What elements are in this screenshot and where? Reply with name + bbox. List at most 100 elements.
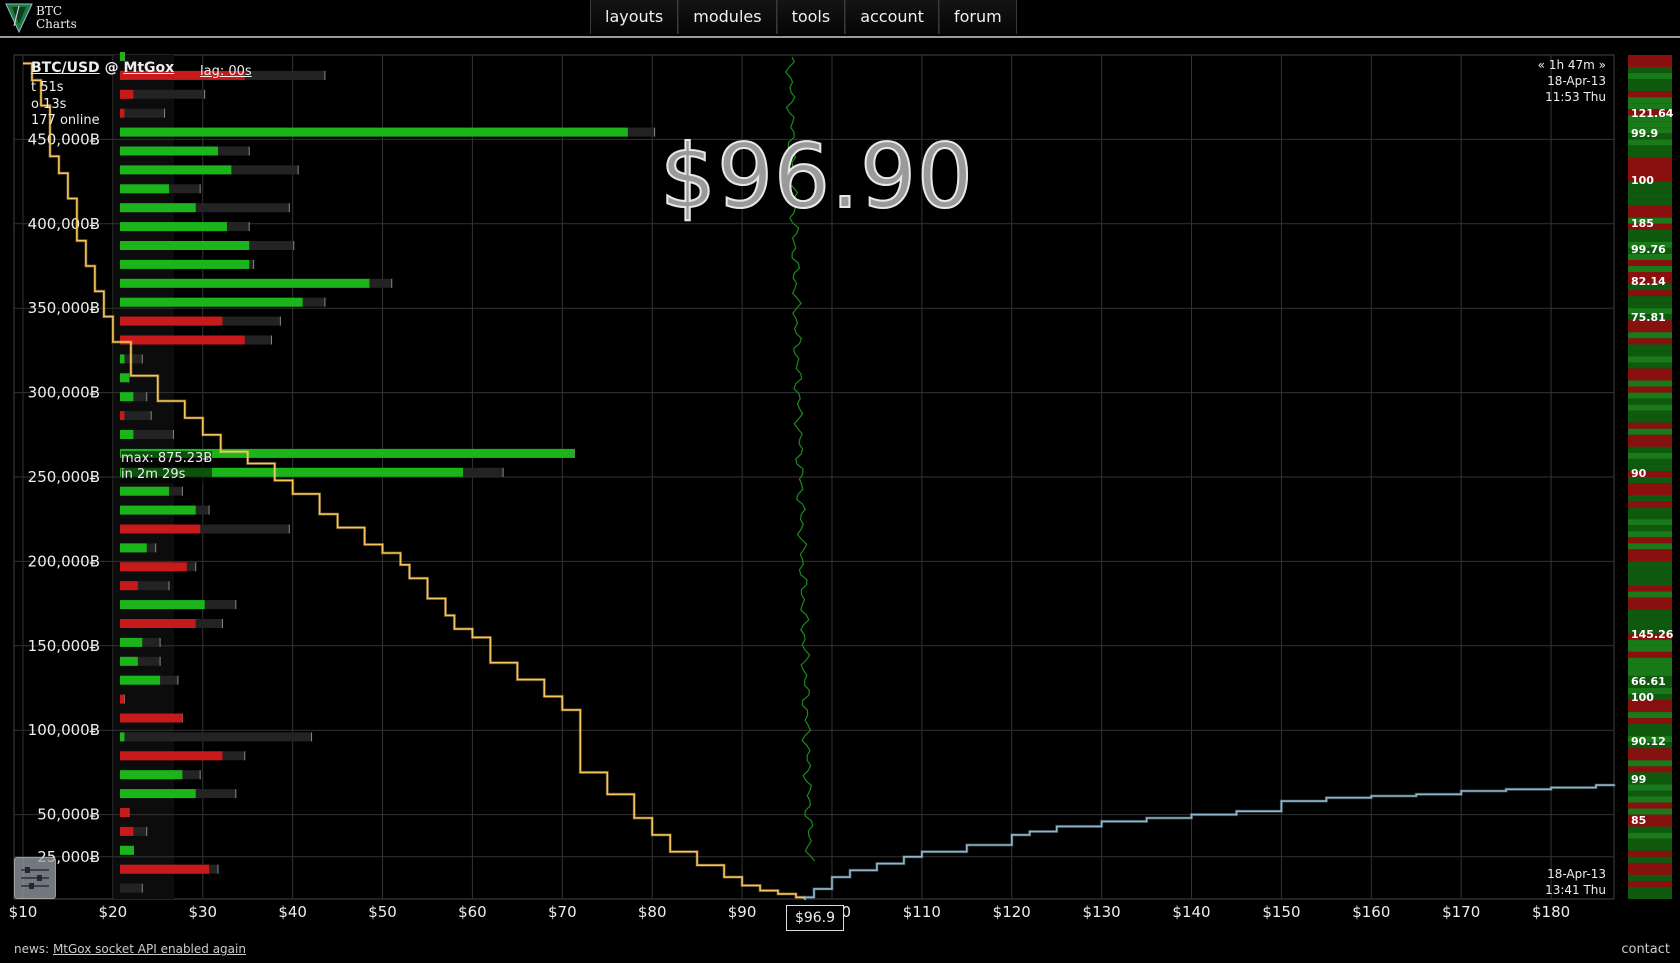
y-tick-label: 250,000Ƀ bbox=[28, 468, 100, 486]
price-strip-band bbox=[1628, 537, 1672, 544]
price-strip-band bbox=[1628, 862, 1672, 869]
price-strip-label: 145.26 bbox=[1631, 628, 1674, 641]
volume-bar bbox=[120, 713, 183, 723]
price-strip-band bbox=[1628, 748, 1672, 755]
nav-layouts[interactable]: layouts bbox=[590, 0, 679, 34]
volume-bar bbox=[120, 600, 205, 610]
time-span[interactable]: « 1h 47m » bbox=[1538, 57, 1606, 73]
pair-at: @ bbox=[104, 60, 119, 76]
chart-settings-icon[interactable] bbox=[14, 857, 56, 899]
x-tick-label: $10 bbox=[9, 903, 38, 921]
price-strip-band bbox=[1628, 760, 1672, 767]
nav-modules[interactable]: modules bbox=[678, 0, 777, 34]
volume-bar bbox=[120, 619, 196, 628]
volume-bar bbox=[120, 241, 250, 250]
volume-bar bbox=[120, 222, 227, 232]
main-nav: layouts modules tools account forum bbox=[590, 0, 1017, 36]
price-strip-band bbox=[1628, 585, 1672, 592]
price-strip-band bbox=[1628, 718, 1672, 725]
y-tick-label: 50,000Ƀ bbox=[37, 806, 100, 824]
price-strip-band bbox=[1628, 458, 1672, 465]
price-strip-band bbox=[1628, 193, 1672, 200]
price-strip-band bbox=[1628, 145, 1672, 152]
price-strip-band bbox=[1628, 724, 1672, 731]
nav-forum[interactable]: forum bbox=[938, 0, 1017, 34]
logo-line1: BTC bbox=[36, 4, 63, 18]
x-tick-label: $20 bbox=[99, 903, 128, 921]
contact-link[interactable]: contact bbox=[1621, 942, 1670, 957]
online-count: 177 online bbox=[31, 113, 100, 128]
price-strip-band bbox=[1628, 326, 1672, 333]
price-strip-band bbox=[1628, 892, 1672, 899]
price-strip-label: 75.81 bbox=[1631, 311, 1666, 324]
news-link[interactable]: MtGox socket API enabled again bbox=[53, 942, 246, 956]
market-pair: BTC/USD @ MtGox bbox=[31, 60, 174, 76]
price-strip-band bbox=[1628, 392, 1672, 399]
price-strip-band bbox=[1628, 868, 1672, 875]
volume-bar bbox=[120, 411, 125, 421]
max-volume-label: max: 875.23Ƀ in 2m 29s bbox=[121, 451, 213, 483]
price-strip-band bbox=[1628, 350, 1672, 357]
price-strip-band bbox=[1628, 452, 1672, 459]
price-strip-band bbox=[1628, 615, 1672, 622]
price-strip-band bbox=[1628, 790, 1672, 797]
price-strip-band bbox=[1628, 766, 1672, 773]
price-strip-band bbox=[1628, 199, 1672, 206]
volume-bar bbox=[120, 354, 125, 364]
price-strip-band bbox=[1628, 440, 1672, 447]
volume-bar bbox=[120, 430, 134, 439]
x-tick-label: $170 bbox=[1442, 903, 1480, 921]
price-strip-band bbox=[1628, 79, 1672, 86]
stat-orders: o 13s bbox=[31, 97, 67, 112]
top-bar: BTC Charts layouts modules tools account… bbox=[0, 0, 1680, 38]
time-range-top[interactable]: « 1h 47m » 18-Apr-13 11:53 Thu bbox=[1538, 57, 1606, 105]
pair-link[interactable]: BTC/USD bbox=[31, 60, 100, 76]
logo[interactable]: BTC Charts bbox=[4, 2, 84, 34]
x-tick-label: $50 bbox=[368, 903, 397, 921]
price-strip-band bbox=[1628, 151, 1672, 158]
price-strip-band bbox=[1628, 844, 1672, 851]
exchange-link[interactable]: MtGox bbox=[123, 60, 174, 76]
price-strip-band bbox=[1628, 67, 1672, 74]
price-strip-band bbox=[1628, 446, 1672, 453]
max-volume: max: 875.23Ƀ bbox=[121, 451, 213, 466]
price-strip-band bbox=[1628, 302, 1672, 309]
price-strip-label: 185 bbox=[1631, 217, 1654, 230]
logo-line2: Charts bbox=[36, 17, 77, 31]
end-date: 18-Apr-13 bbox=[1547, 867, 1606, 881]
max-volume-time: in 2m 29s bbox=[121, 467, 186, 482]
lag-indicator[interactable]: lag: 00s bbox=[200, 64, 252, 79]
price-strip-band bbox=[1628, 374, 1672, 381]
price-marker: $96.9 bbox=[786, 905, 844, 931]
price-strip-band bbox=[1628, 489, 1672, 496]
price-strip-label: 100 bbox=[1631, 174, 1654, 187]
x-tick-label: $150 bbox=[1262, 903, 1300, 921]
price-strip-band bbox=[1628, 410, 1672, 417]
nav-account[interactable]: account bbox=[845, 0, 939, 34]
volume-bar bbox=[120, 89, 134, 99]
volume-bar bbox=[120, 146, 219, 156]
volume-bar bbox=[120, 826, 134, 836]
price-strip-band bbox=[1628, 356, 1672, 363]
volume-bar bbox=[120, 184, 170, 194]
price-strip-band bbox=[1628, 434, 1672, 441]
nav-tools[interactable]: tools bbox=[776, 0, 846, 34]
volume-bar bbox=[120, 108, 125, 118]
price-strip-band bbox=[1628, 657, 1672, 664]
price-strip-band bbox=[1628, 187, 1672, 194]
x-tick-label: $30 bbox=[188, 903, 217, 921]
y-tick-label: 300,000Ƀ bbox=[28, 384, 100, 402]
price-strip-band bbox=[1628, 603, 1672, 610]
price-strip-band bbox=[1628, 157, 1672, 164]
volume-bar bbox=[120, 373, 129, 383]
y-tick-label: 400,000Ƀ bbox=[28, 215, 100, 233]
price-strip-label: 99.9 bbox=[1631, 127, 1658, 140]
y-tick-label: 100,000Ƀ bbox=[28, 721, 100, 739]
price-strip-band bbox=[1628, 555, 1672, 562]
x-tick-label: $130 bbox=[1083, 903, 1121, 921]
price-strip-band bbox=[1628, 796, 1672, 803]
price-strip-band bbox=[1628, 428, 1672, 435]
price-strip-band bbox=[1628, 609, 1672, 616]
x-tick-label: $80 bbox=[638, 903, 667, 921]
volume-bar bbox=[120, 297, 303, 307]
